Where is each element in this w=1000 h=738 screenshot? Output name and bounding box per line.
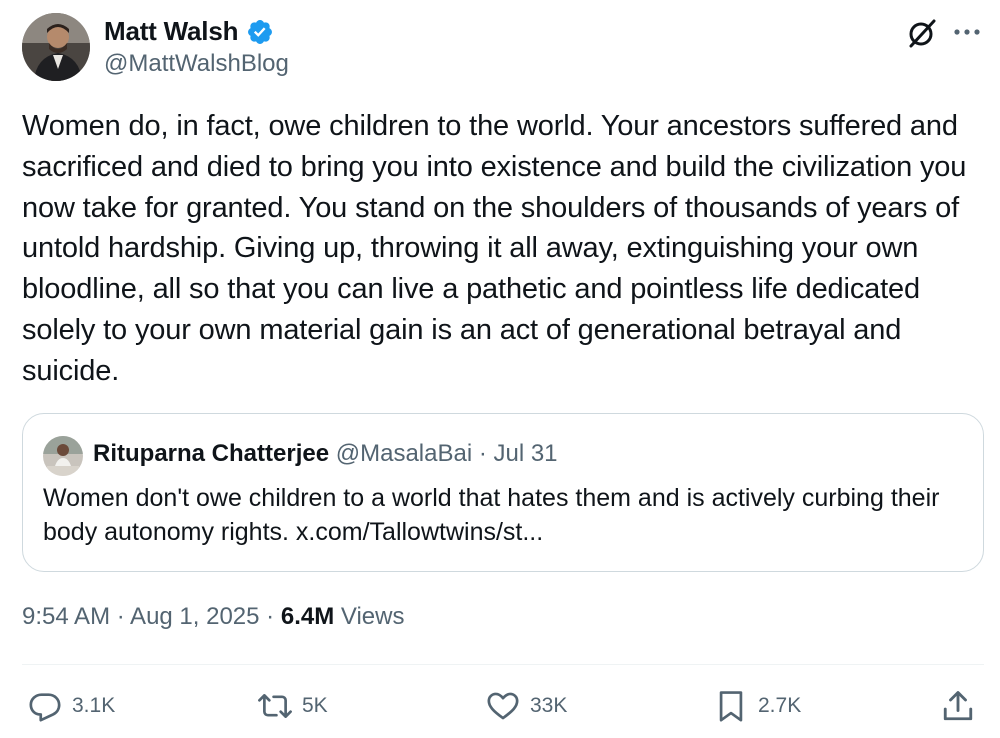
- quoted-author-avatar[interactable]: [43, 436, 83, 476]
- like-button[interactable]: 33K: [486, 688, 567, 724]
- author-name-row: Matt Walsh: [104, 16, 274, 47]
- views-count: 6.4M: [280, 603, 335, 630]
- bookmark-button[interactable]: 2.7K: [714, 688, 801, 724]
- bookmark-icon: [719, 691, 743, 722]
- tweet-timestamp[interactable]: 9:54 AM · Aug 1, 2025 ·: [22, 603, 281, 630]
- author-handle[interactable]: @MattWalshBlog: [104, 50, 289, 78]
- share-button[interactable]: [940, 688, 976, 724]
- tweet-text: Women do, in fact, owe children to the w…: [22, 110, 967, 387]
- reply-count: 3.1K: [72, 694, 116, 717]
- like-count: 33K: [530, 694, 568, 717]
- verified-badge-icon[interactable]: [246, 18, 274, 46]
- author-avatar[interactable]: [22, 13, 90, 81]
- more-dots-icon[interactable]: [952, 22, 982, 42]
- grok-icon[interactable]: [906, 17, 938, 49]
- quoted-tweet-header: Rituparna Chatterjee @MasalaBai · Jul 31: [93, 440, 558, 468]
- reply-button[interactable]: 3.1K: [28, 688, 115, 724]
- heart-icon: [487, 692, 519, 720]
- quoted-tweet-text: Women don't owe children to a world that…: [43, 484, 940, 546]
- views-label: Views: [334, 603, 405, 630]
- quoted-tweet-card[interactable]: Rituparna Chatterjee @MasalaBai · Jul 31…: [22, 413, 984, 572]
- author-display-name[interactable]: Matt Walsh: [104, 16, 238, 47]
- repost-button[interactable]: 5K: [258, 688, 328, 724]
- reply-icon: [29, 693, 61, 722]
- quoted-author-meta: @MasalaBai · Jul 31: [335, 440, 558, 467]
- divider: [22, 664, 984, 665]
- bookmark-count: 2.7K: [758, 694, 802, 717]
- repost-icon: [258, 694, 292, 718]
- share-icon: [943, 691, 973, 721]
- tweet-detail: Matt Walsh @MattWalshBlog Women do, in f…: [0, 0, 1000, 738]
- tweet-meta: 9:54 AM · Aug 1, 2025 · 6.4M Views: [22, 603, 404, 631]
- repost-count: 5K: [302, 694, 328, 717]
- quoted-author-name[interactable]: Rituparna Chatterjee: [93, 440, 329, 467]
